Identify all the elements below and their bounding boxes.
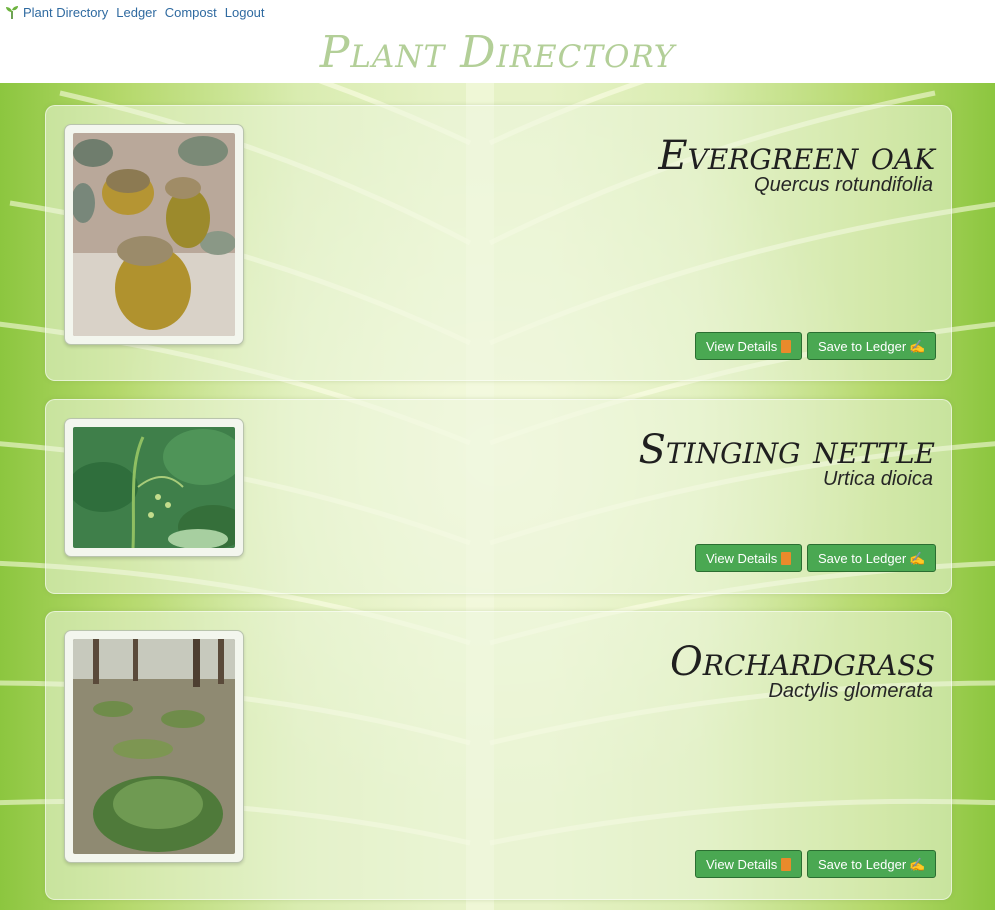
- writing-hand-icon: ✍: [909, 857, 926, 872]
- view-details-label: View Details: [706, 339, 778, 354]
- plant-photo-frame: [64, 630, 244, 863]
- view-details-label: View Details: [706, 551, 778, 566]
- view-details-button[interactable]: View Details: [695, 544, 803, 572]
- book-icon: [781, 552, 792, 565]
- plant-photo: [73, 639, 235, 854]
- nav-link-plant-directory[interactable]: Plant Directory: [23, 5, 108, 20]
- view-details-button[interactable]: View Details: [695, 332, 803, 360]
- view-details-label: View Details: [706, 857, 778, 872]
- save-to-ledger-label: Save to Ledger: [818, 551, 907, 566]
- plant-photo: [73, 427, 235, 548]
- scientific-name: Dactylis glomerata: [768, 680, 933, 702]
- save-to-ledger-button[interactable]: Save to Ledger ✍: [807, 850, 937, 878]
- writing-hand-icon: ✍: [909, 339, 926, 354]
- plant-photo: [73, 133, 235, 336]
- sprout-icon: [6, 6, 18, 19]
- top-nav: Plant Directory Ledger Compost Logout: [4, 3, 273, 21]
- save-to-ledger-label: Save to Ledger: [818, 857, 907, 872]
- save-to-ledger-button[interactable]: Save to Ledger ✍: [807, 332, 937, 360]
- nav-link-ledger[interactable]: Ledger: [116, 5, 156, 20]
- page-title: Plant Directory: [319, 27, 676, 78]
- plant-card: Stinging nettle Urtica dioica View Detai…: [45, 399, 952, 594]
- plant-photo-frame: [64, 124, 244, 345]
- plant-card: Evergreen oak Quercus rotundifolia View …: [45, 105, 952, 381]
- scientific-name: Urtica dioica: [822, 468, 933, 490]
- common-name: Stinging nettle: [638, 427, 936, 473]
- save-to-ledger-button[interactable]: Save to Ledger ✍: [807, 544, 937, 572]
- scientific-name: Quercus rotundifolia: [754, 174, 933, 196]
- book-icon: [781, 340, 792, 353]
- writing-hand-icon: ✍: [909, 551, 926, 566]
- nav-link-logout[interactable]: Logout: [225, 5, 265, 20]
- book-icon: [781, 858, 792, 871]
- view-details-button[interactable]: View Details: [695, 850, 803, 878]
- nav-link-compost[interactable]: Compost: [165, 5, 217, 20]
- common-name: Evergreen oak: [658, 133, 935, 179]
- plant-photo-frame: [64, 418, 244, 557]
- save-to-ledger-label: Save to Ledger: [818, 339, 907, 354]
- plant-card: Orchardgrass Dactylis glomerata View Det…: [45, 611, 952, 900]
- common-name: Orchardgrass: [669, 639, 935, 685]
